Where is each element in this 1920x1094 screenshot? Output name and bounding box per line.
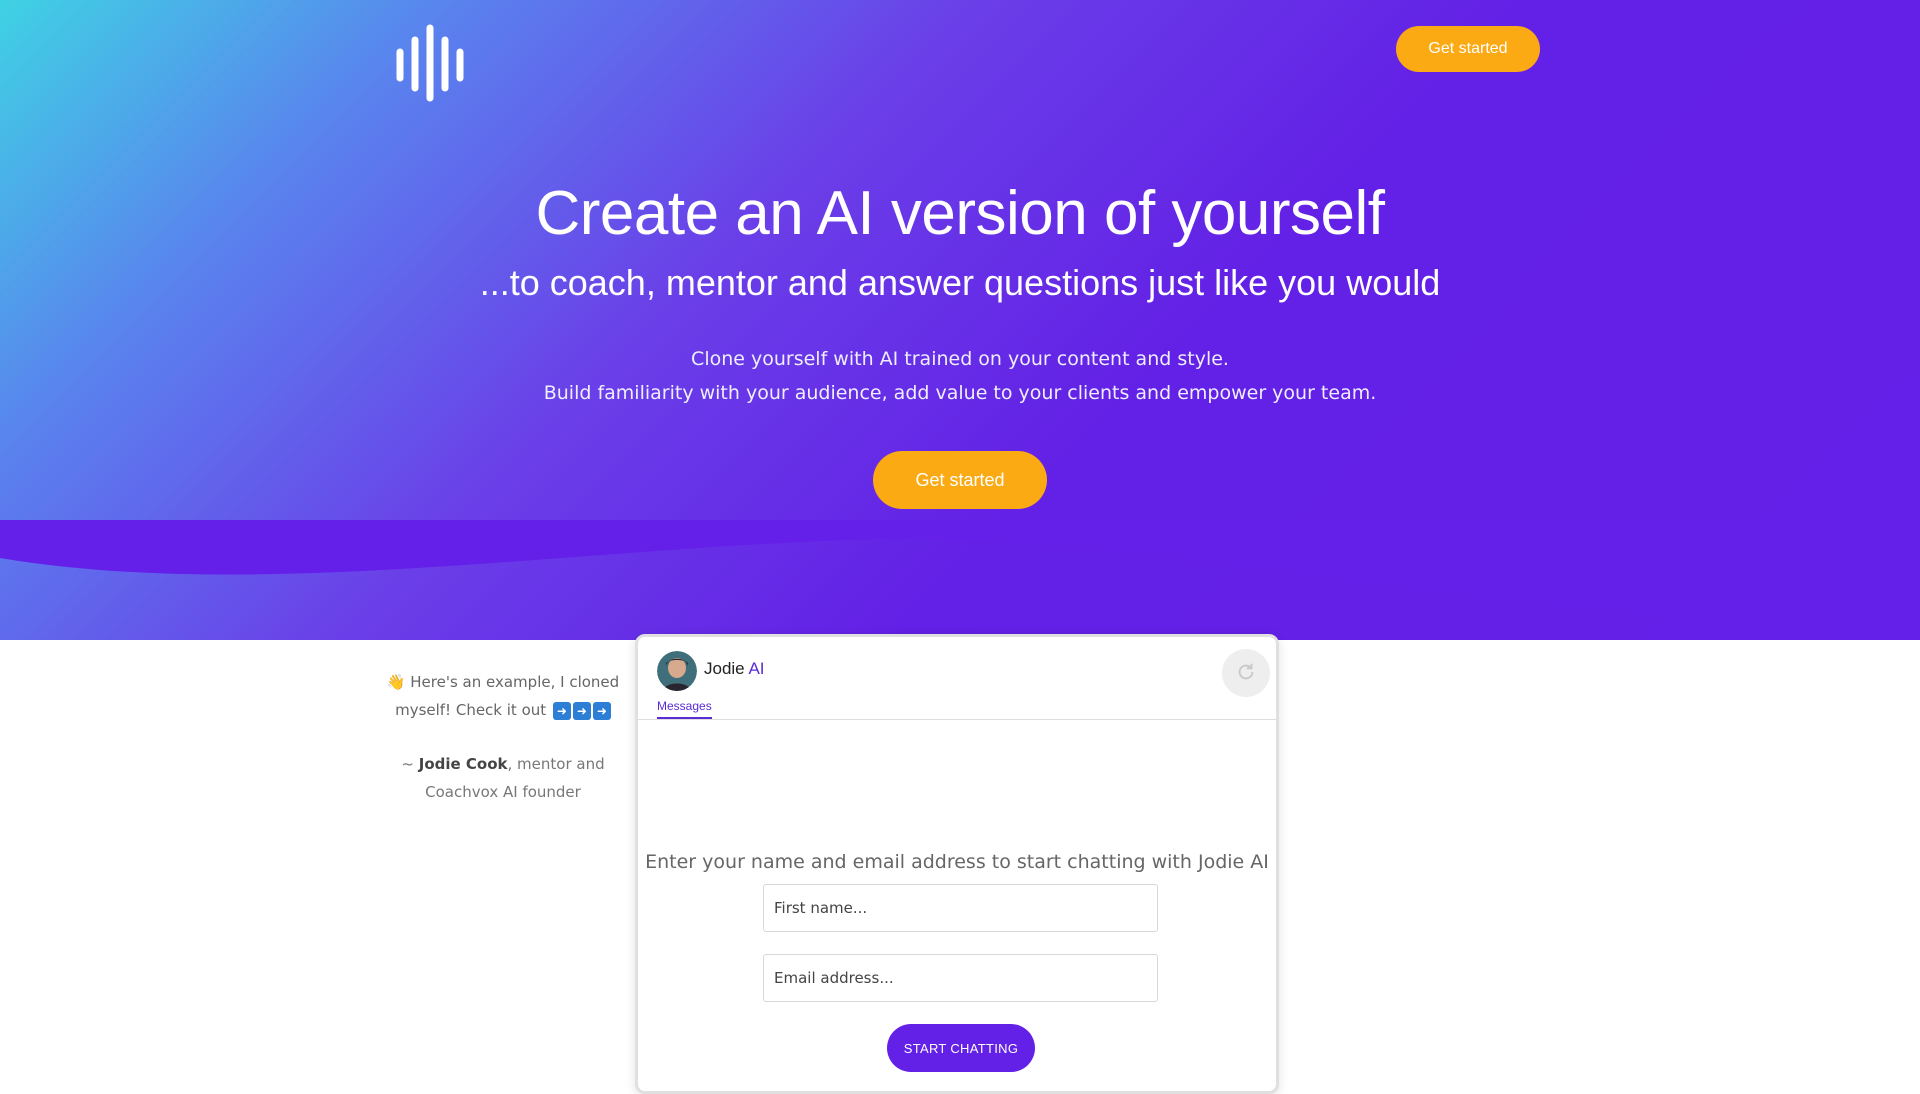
hero-headline: Create an AI version of yourself (535, 179, 1385, 248)
refresh-icon (1238, 663, 1254, 679)
arrow-right-icon: ➜ (572, 701, 591, 720)
nav-get-started-button[interactable]: Get started (1396, 26, 1540, 72)
hero-description-line2: Build familiarity with your audience, ad… (543, 382, 1377, 404)
attribution-name: Jodie Cook (418, 755, 508, 773)
chat-bot-name: Jodie AI (704, 659, 765, 678)
start-chatting-button[interactable]: START CHATTING (887, 1024, 1035, 1072)
avatar (657, 651, 697, 691)
arrow-right-icon: ➜ (592, 701, 611, 720)
chat-widget: Jodie AI Messages Enter your name and em… (635, 634, 1279, 1094)
sound-wave-logo-icon[interactable] (395, 22, 470, 102)
hero-subheadline: ...to coach, mentor and answer questions… (479, 262, 1441, 303)
hero-get-started-button[interactable]: Get started (873, 451, 1047, 509)
quote-attribution: ~ Jodie Cook, mentor and Coachvox AI fou… (401, 755, 605, 801)
first-name-input[interactable] (763, 884, 1158, 932)
wave-hand-icon: 👋 (386, 673, 406, 691)
arrow-right-icon: ➜ (552, 701, 571, 720)
hero-description-line1: Clone yourself with AI trained on your c… (691, 348, 1229, 370)
refresh-button[interactable] (1222, 649, 1270, 697)
chat-prompt: Enter your name and email address to sta… (645, 851, 1269, 873)
divider (638, 719, 1276, 720)
hero-wave-divider (0, 520, 1920, 616)
email-input[interactable] (763, 954, 1158, 1002)
example-quote: 👋 Here's an example, I cloned myself! Ch… (378, 668, 628, 724)
tab-messages[interactable]: Messages (657, 699, 712, 719)
